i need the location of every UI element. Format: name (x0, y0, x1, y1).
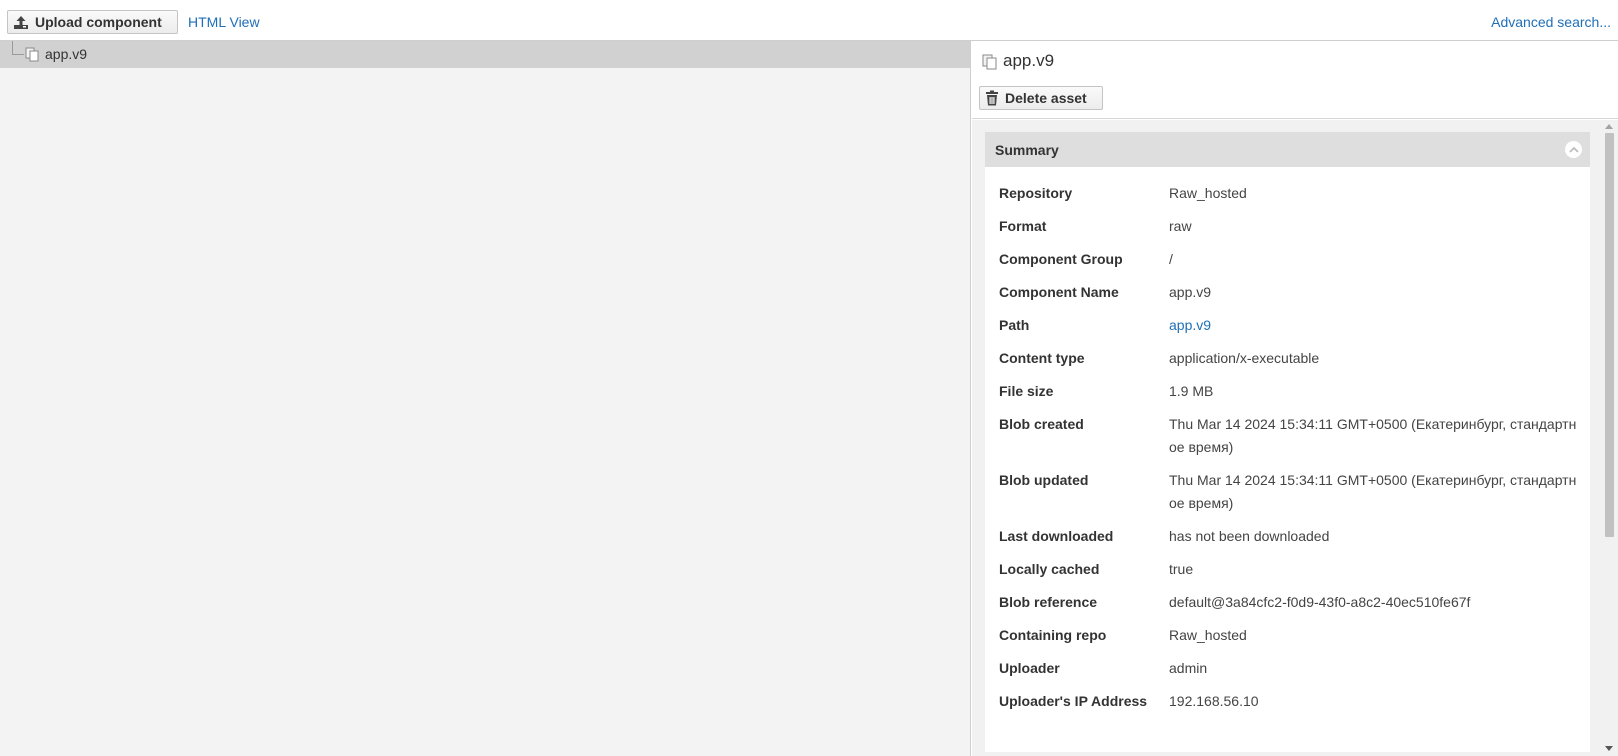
detail-scroll-area: Summary Repository Raw_hosted Format raw (972, 120, 1618, 756)
summary-value: / (1169, 251, 1173, 267)
summary-row-containing-repo: Containing repo Raw_hosted (999, 624, 1584, 657)
delete-asset-label: Delete asset (1005, 90, 1087, 106)
summary-panel-header[interactable]: Summary (985, 132, 1590, 167)
tree-connector-line (12, 41, 24, 55)
scroll-down-arrow-icon[interactable] (1605, 746, 1613, 751)
summary-key: Component Name (999, 284, 1119, 300)
summary-key: Blob created (999, 416, 1084, 432)
summary-key: Blob reference (999, 594, 1098, 610)
vertical-scrollbar[interactable] (1601, 120, 1618, 756)
component-tree: app.v9 (0, 41, 971, 756)
summary-value: admin (1169, 660, 1208, 676)
summary-value: true (1169, 561, 1194, 577)
summary-panel: Summary Repository Raw_hosted Format raw (985, 132, 1590, 752)
tree-item-label: app.v9 (45, 46, 88, 62)
summary-row-content-type: Content type application/x-executable (999, 347, 1584, 380)
collapse-button[interactable] (1565, 141, 1582, 158)
summary-key: Format (999, 218, 1047, 234)
summary-key: Uploader (999, 660, 1060, 676)
summary-key: Content type (999, 350, 1085, 366)
scroll-up-arrow-icon[interactable] (1605, 124, 1613, 129)
summary-value: application/x-executable (1169, 350, 1320, 366)
summary-value: Raw_hosted (1169, 185, 1247, 201)
html-view-link[interactable]: HTML View (188, 14, 260, 30)
summary-value: Thu Mar 14 2024 15:34:11 GMT+0500 (Екате… (1169, 472, 1577, 511)
asset-files-icon (982, 54, 997, 70)
delete-asset-button[interactable]: Delete asset (979, 86, 1103, 110)
summary-row-repository: Repository Raw_hosted (999, 182, 1584, 215)
summary-row-component-name: Component Name app.v9 (999, 281, 1584, 314)
summary-key: Locally cached (999, 561, 1100, 577)
summary-value: default@3a84cfc2-f0d9-43f0-a8c2-40ec510f… (1169, 594, 1471, 610)
path-link[interactable]: app.v9 (1169, 314, 1579, 347)
summary-value: 192.168.56.10 (1169, 693, 1259, 709)
trash-icon (986, 90, 998, 106)
summary-row-file-size: File size 1.9 MB (999, 380, 1584, 413)
tree-item-app-v9[interactable]: app.v9 (0, 41, 970, 68)
detail-header: app.v9 Delete asset (972, 41, 1618, 119)
summary-row-uploader-ip: Uploader's IP Address 192.168.56.10 (999, 690, 1584, 723)
summary-value: app.v9 (1169, 284, 1212, 300)
summary-key: Containing repo (999, 627, 1107, 643)
summary-heading: Summary (995, 141, 1059, 158)
summary-key: File size (999, 383, 1054, 399)
summary-row-component-group: Component Group / (999, 248, 1584, 281)
summary-row-locally-cached: Locally cached true (999, 558, 1584, 591)
summary-value: has not been downloaded (1169, 528, 1330, 544)
summary-value: raw (1169, 218, 1192, 234)
upload-component-button[interactable]: Upload component (7, 10, 178, 34)
asset-files-icon (25, 47, 39, 62)
summary-row-uploader: Uploader admin (999, 657, 1584, 690)
summary-row-format: Format raw (999, 215, 1584, 248)
summary-key: Path (999, 317, 1030, 333)
summary-key: Last downloaded (999, 528, 1114, 544)
summary-row-last-downloaded: Last downloaded has not been downloaded (999, 525, 1584, 558)
summary-key: Repository (999, 185, 1073, 201)
summary-row-blob-reference: Blob reference default@3a84cfc2-f0d9-43f… (999, 591, 1584, 624)
asset-title: app.v9 (1003, 51, 1055, 70)
scrollbar-thumb[interactable] (1605, 133, 1614, 537)
summary-value: 1.9 MB (1169, 383, 1214, 399)
summary-key: Component Group (999, 251, 1123, 267)
summary-value: Thu Mar 14 2024 15:34:11 GMT+0500 (Екате… (1169, 416, 1577, 455)
upload-icon (14, 15, 28, 29)
upload-component-label: Upload component (35, 14, 162, 30)
summary-row-path: Path app.v9 (999, 314, 1584, 347)
advanced-search-link[interactable]: Advanced search... (1491, 14, 1611, 30)
summary-value: Raw_hosted (1169, 627, 1247, 643)
asset-detail-panel: app.v9 Delete asset Summary Repository R… (972, 41, 1618, 756)
summary-key: Uploader's IP Address (999, 693, 1148, 709)
summary-rows: Repository Raw_hosted Format raw Compone… (999, 182, 1584, 723)
chevron-up-icon (1568, 146, 1579, 153)
summary-row-blob-created: Blob created Thu Mar 14 2024 15:34:11 GM… (999, 413, 1584, 469)
summary-key: Blob updated (999, 472, 1089, 488)
summary-row-blob-updated: Blob updated Thu Mar 14 2024 15:34:11 GM… (999, 469, 1584, 525)
toolbar: Upload component HTML View Advanced sear… (0, 0, 1618, 41)
